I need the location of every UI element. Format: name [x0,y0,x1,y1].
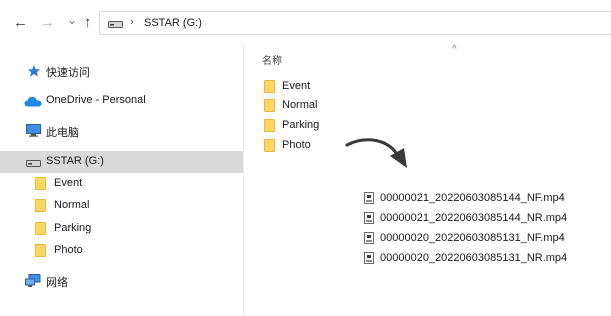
sidebar-item-label: Photo [54,244,83,256]
breadcrumb-location[interactable]: SSTAR (G:) [144,17,202,29]
list-item-folder-normal[interactable]: Normal [264,97,384,115]
folder-icon [35,244,46,257]
list-item-file[interactable]: 00000020_20220603085131_NF.mp4 [364,230,604,248]
folder-name: Normal [282,99,318,111]
forward-button[interactable]: → [40,15,55,30]
folder-name: Photo [282,139,311,151]
monitor-icon [26,124,41,137]
sidebar-item-label: 快速访问 [46,67,90,79]
folder-icon [264,139,275,152]
navigation-bar: ← → ⌄ ↑ › SSTAR (G:) [0,0,611,44]
sidebar-item-label: 此电脑 [46,127,79,139]
sidebar-item-quick-access[interactable]: 快速访问 [0,60,243,82]
list-item-folder-parking[interactable]: Parking [264,117,384,135]
video-file-icon [364,252,374,264]
folder-icon [35,177,46,190]
folder-name: Parking [282,119,320,131]
back-button[interactable]: ← [13,15,28,30]
sidebar-item-this-pc[interactable]: 此电脑 [0,120,243,142]
breadcrumb-separator: › [130,16,134,28]
up-button[interactable]: ↑ [84,15,92,30]
drive-icon [26,160,41,167]
file-name: 00000021_20220603085144_NF.mp4 [380,192,565,204]
file-name: 00000020_20220603085131_NR.mp4 [380,252,568,264]
sort-ascending-icon: ^ [452,44,457,55]
sidebar-folder-parking[interactable]: Parking [0,218,243,240]
file-name: 00000021_20220603085144_NR.mp4 [380,212,568,224]
sidebar-item-label: Parking [54,222,92,234]
sidebar-item-onedrive[interactable]: OneDrive - Personal [0,90,243,112]
folder-icon [264,80,275,93]
video-file-icon [364,212,374,224]
star-icon [27,65,41,77]
folder-icon [35,199,46,212]
column-header-name[interactable]: 名称 [262,52,282,67]
drive-icon [108,21,123,28]
network-icon [25,274,41,287]
folder-icon [264,99,275,112]
sidebar-item-label: SSTAR (G:) [46,155,104,167]
sidebar-folder-photo[interactable]: Photo [0,240,243,262]
curved-arrow-icon [345,138,407,168]
list-item-file[interactable]: 00000021_20220603085144_NR.mp4 [364,210,604,228]
sidebar-item-label: Normal [54,199,90,211]
sidebar-item-drive[interactable]: SSTAR (G:) [0,151,243,173]
navigation-pane: 快速访问 OneDrive - Personal 此电脑 SSTAR (G:) … [0,44,243,316]
sidebar-item-network[interactable]: 网络 [0,270,243,292]
file-list-pane: ^ 名称 Event Normal Parking Photo 00000021… [244,44,611,316]
list-item-file[interactable]: 00000020_20220603085131_NR.mp4 [364,250,604,268]
video-file-icon [364,232,374,244]
sidebar-folder-event[interactable]: Event [0,173,243,195]
list-item-file[interactable]: 00000021_20220603085144_NF.mp4 [364,190,604,208]
recent-locations-button[interactable]: ⌄ [67,13,77,28]
sidebar-item-label: 网络 [46,277,68,289]
cloud-icon [24,96,42,107]
sidebar-item-label: OneDrive - Personal [46,94,146,106]
sidebar-item-label: Event [54,177,83,189]
list-item-folder-event[interactable]: Event [264,78,384,96]
file-name: 00000020_20220603085131_NF.mp4 [380,232,565,244]
folder-name: Event [282,80,311,92]
video-file-icon [364,192,374,204]
sidebar-folder-normal[interactable]: Normal [0,195,243,217]
folder-icon [264,119,275,132]
address-bar[interactable]: › SSTAR (G:) [99,11,611,35]
folder-icon [35,222,46,235]
